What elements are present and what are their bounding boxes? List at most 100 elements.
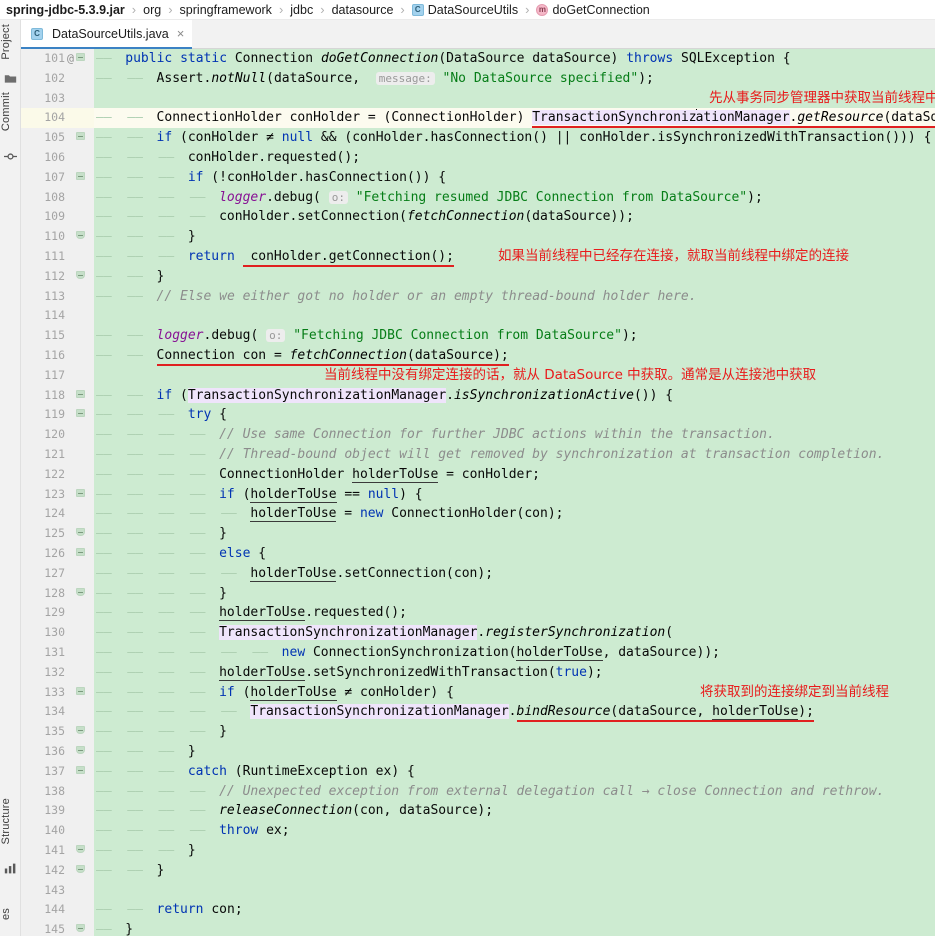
- code-line[interactable]: 106 —— —— —— conHolder.requested();: [21, 148, 935, 168]
- fold-end-icon[interactable]: [76, 270, 87, 283]
- code-line[interactable]: 138 —— —— —— —— // Unexpected exception from …: [21, 781, 935, 802]
- code-line[interactable]: 142 —— ——}: [21, 860, 935, 881]
- fold-end-icon[interactable]: [76, 864, 87, 877]
- fold-collapse-icon[interactable]: [76, 548, 87, 560]
- code-line[interactable]: 136 —— —— ——}: [21, 742, 935, 762]
- code-line[interactable]: 132 —— —— —— —— holderToUse.setSynchronizedWi…: [21, 662, 935, 683]
- breadcrumb-item-0[interactable]: spring-jdbc-5.3.9.jar: [6, 3, 125, 17]
- code-line[interactable]: 110 —— —— ——}: [21, 227, 935, 247]
- tool-button-commit[interactable]: Commit: [0, 92, 21, 131]
- indent-guide: ——: [158, 763, 175, 779]
- code-line[interactable]: 130 —— —— —— —— TransactionSynchronizationMan…: [21, 623, 935, 643]
- fold-collapse-icon[interactable]: [76, 53, 87, 65]
- code-line[interactable]: 128 —— —— —— ——}: [21, 583, 935, 604]
- code-text-area[interactable]: 101 @ —— public static Connection doGetConn…: [21, 49, 935, 936]
- chinese-annotation: 将获取到的连接绑定到当前线程: [700, 683, 889, 700]
- code-line[interactable]: 111 —— —— —— return conHolder.getConnection(…: [21, 247, 935, 267]
- line-number: 110: [44, 229, 65, 244]
- indent-guide: ——: [96, 803, 112, 819]
- code-line[interactable]: 116 —— —— Connection con = fetchConnection(…: [21, 346, 935, 366]
- breadcrumb-label: doGetConnection: [552, 2, 650, 17]
- code-line[interactable]: 115 —— —— logger.debug( o: "Fetching JDBC C…: [21, 326, 935, 346]
- fold-end-icon[interactable]: [76, 587, 87, 600]
- editor-tab-0[interactable]: C DataSourceUtils.java ×: [21, 20, 193, 49]
- code-line[interactable]: 124 —— —— —— —— —— holderToUse = new Connectio…: [21, 504, 935, 525]
- code-line[interactable]: 105 —— —— if (conHolder ≠ null && (conHolde…: [21, 128, 935, 148]
- breadcrumb-item-1[interactable]: org: [143, 3, 161, 17]
- indent-guide: ——: [96, 506, 112, 522]
- tool-button-project[interactable]: Project: [0, 24, 21, 60]
- code-line[interactable]: 108 —— —— —— —— logger.debug( o: "Fetching re…: [21, 187, 935, 208]
- indent-guide: ——: [96, 51, 112, 66]
- code-line[interactable]: 133 —— —— —— —— if (holderToUse ≠ conHolder) …: [21, 682, 935, 703]
- code-line[interactable]: 118 —— —— if (TransactionSynchronizationMan…: [21, 385, 935, 406]
- breadcrumb-item-5[interactable]: C DataSourceUtils: [411, 3, 518, 17]
- breadcrumb-item-3[interactable]: jdbc: [290, 3, 313, 17]
- code-line[interactable]: 104 —— —— ConnectionHolder conHolder = (Con…: [21, 90, 935, 129]
- indent-guide: ——: [189, 447, 206, 462]
- code-line[interactable]: 139 —— —— —— —— releaseConnection(con, dataSo…: [21, 801, 935, 822]
- code-line[interactable]: 129 —— —— —— —— holderToUse.requested();: [21, 603, 935, 624]
- annotation-marker[interactable]: @: [67, 49, 74, 69]
- code-line[interactable]: 125 —— —— —— ——}: [21, 524, 935, 544]
- breadcrumb-item-6[interactable]: m doGetConnection: [536, 2, 650, 17]
- fold-collapse-icon[interactable]: [76, 171, 87, 184]
- fold-collapse-icon[interactable]: [76, 132, 87, 144]
- indent-guide: ——: [96, 486, 112, 502]
- fold-end-icon[interactable]: [76, 845, 87, 857]
- code-line[interactable]: 135 —— —— —— ——}: [21, 722, 935, 742]
- code-line[interactable]: 144 —— —— return con;: [21, 900, 935, 921]
- code-line[interactable]: 114: [21, 306, 935, 327]
- fold-end-icon[interactable]: [76, 746, 87, 758]
- code-line[interactable]: 102 —— —— Assert.notNull(dataSource, messag…: [21, 68, 935, 89]
- fold-end-icon[interactable]: [76, 231, 87, 243]
- code-line[interactable]: 112 —— ——}: [21, 266, 935, 287]
- line-number: 116: [44, 348, 65, 362]
- code-line[interactable]: 117 当前线程中没有绑定连接的话，就从 DataSource 中获取。通常是从连…: [21, 365, 935, 386]
- fold-collapse-icon[interactable]: [76, 488, 87, 501]
- code-line[interactable]: 109 —— —— —— —— conHolder.setConnection(fetch…: [21, 207, 935, 228]
- code-line[interactable]: 113 —— —— // Else we either got no holder o…: [21, 286, 935, 307]
- fold-collapse-icon[interactable]: [76, 389, 87, 402]
- code-editor[interactable]: 101 @ —— public static Connection doGetConn…: [21, 49, 935, 936]
- code-line[interactable]: 120 —— —— —— —— // Use same Connection for fu…: [21, 425, 935, 445]
- code-line[interactable]: 140 —— —— —— —— throw ex;: [21, 821, 935, 841]
- indent-guide: ——: [127, 209, 143, 225]
- fold-end-icon[interactable]: [76, 924, 87, 936]
- code-line[interactable]: 143: [21, 880, 935, 901]
- code-line[interactable]: 145 ——}: [21, 920, 935, 936]
- fold-end-icon[interactable]: [76, 726, 87, 738]
- line-number: 143: [44, 882, 65, 897]
- code-text: holderToUse.requested();: [219, 605, 407, 622]
- code-line[interactable]: 121 —— —— —— —— // Thread-bound object will g…: [21, 445, 935, 465]
- fold-collapse-icon[interactable]: [76, 765, 87, 778]
- code-line[interactable]: 127 —— —— —— —— —— holderToUse.setConnection(c…: [21, 563, 935, 584]
- code-line[interactable]: 107 —— —— —— if (!conHolder.hasConnection())…: [21, 167, 935, 188]
- indent-guide: ——: [189, 605, 206, 621]
- code-text: Assert.notNull(dataSource, message: "No …: [156, 70, 654, 86]
- code-line[interactable]: 137 —— —— —— catch (RuntimeException ex) {: [21, 761, 935, 782]
- breadcrumb-item-2[interactable]: springframework: [180, 3, 272, 17]
- breadcrumb-item-4[interactable]: datasource: [332, 3, 394, 17]
- code-line[interactable]: 122 —— —— —— —— ConnectionHolder holderToUse …: [21, 464, 935, 485]
- indent-guide: ——: [127, 447, 143, 462]
- breadcrumb-separator: ›: [320, 2, 325, 17]
- tool-button-services[interactable]: es: [0, 908, 21, 920]
- indent-guide: ——: [158, 506, 175, 522]
- code-line[interactable]: 123 —— —— —— —— if (holderToUse == null) {: [21, 484, 935, 505]
- tool-button-structure[interactable]: Structure: [0, 798, 21, 844]
- indent-guide: ——: [127, 645, 143, 660]
- code-line[interactable]: 126 —— —— —— —— else {: [21, 544, 935, 564]
- indent-guide: ——: [127, 249, 143, 264]
- code-line[interactable]: 119 —— —— —— try {: [21, 405, 935, 426]
- code-line[interactable]: 141 —— —— ——}: [21, 841, 935, 861]
- fold-collapse-icon[interactable]: [76, 409, 87, 421]
- code-line[interactable]: 131 —— —— —— —— —— —— new ConnectionSynchroniza…: [21, 643, 935, 663]
- code-line[interactable]: 134 —— —— —— —— —— TransactionSynchronizationM…: [21, 702, 935, 723]
- code-line[interactable]: 101 @ —— public static Connection doGetConn…: [21, 49, 935, 69]
- close-icon[interactable]: ×: [177, 27, 185, 40]
- fold-end-icon[interactable]: [76, 528, 87, 540]
- indent-guide: ——: [221, 645, 237, 660]
- fold-collapse-icon[interactable]: [76, 686, 87, 699]
- editor-tab-bar: C DataSourceUtils.java ×: [21, 20, 935, 49]
